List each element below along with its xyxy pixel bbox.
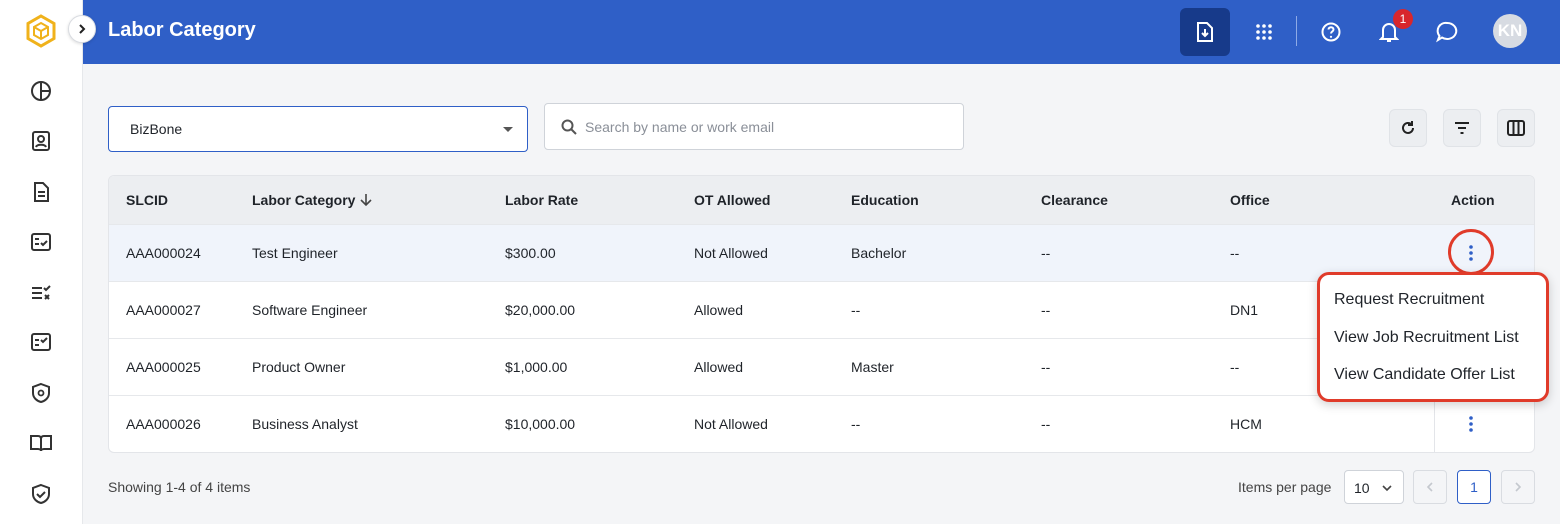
chat-icon	[1436, 21, 1458, 43]
column-header-labor-category[interactable]: Labor Category	[252, 192, 355, 208]
column-header-office[interactable]: Office	[1230, 192, 1270, 208]
items-per-page-value: 10	[1354, 480, 1370, 496]
showing-items-text: Showing 1-4 of 4 items	[108, 479, 251, 495]
prev-page-button[interactable]	[1413, 470, 1447, 504]
app-logo-icon	[24, 14, 58, 48]
cell-ot-allowed: Allowed	[694, 359, 744, 375]
page-1-button[interactable]: 1	[1457, 470, 1491, 504]
shield-check-icon[interactable]	[28, 481, 54, 507]
apps-grid-icon	[1256, 24, 1272, 40]
cell-labor-category: Software Engineer	[252, 302, 368, 318]
column-header-education[interactable]: Education	[851, 192, 919, 208]
cell-clearance: --	[1041, 416, 1051, 432]
company-select[interactable]: BizBone	[108, 106, 528, 152]
cell-ot-allowed: Allowed	[694, 302, 744, 318]
next-page-button[interactable]	[1501, 470, 1535, 504]
list-check-icon[interactable]	[28, 280, 54, 306]
filter-lines-icon	[1455, 122, 1469, 134]
cell-ot-allowed: Not Allowed	[694, 245, 768, 261]
company-select-value: BizBone	[130, 121, 183, 137]
checklist-icon[interactable]	[28, 229, 54, 255]
kebab-highlight-ring	[1448, 229, 1494, 275]
cell-clearance: --	[1041, 359, 1051, 375]
cell-clearance: --	[1041, 302, 1051, 318]
cell-slcid: AAA000024	[126, 245, 201, 261]
search-field[interactable]	[544, 103, 964, 150]
cell-education: --	[851, 416, 861, 432]
open-book-icon[interactable]	[28, 430, 54, 456]
page-title: Labor Category	[108, 19, 256, 41]
cell-education: Master	[851, 359, 894, 375]
top-bar: Labor Category 1 KN	[83, 0, 1560, 64]
cell-labor-category: Product Owner	[252, 359, 346, 375]
column-header-labor-rate[interactable]: Labor Rate	[505, 192, 578, 208]
column-header-ot-allowed[interactable]: OT Allowed	[694, 192, 770, 208]
cell-labor-rate: $1,000.00	[505, 359, 568, 375]
filter-button[interactable]	[1443, 109, 1481, 147]
refresh-icon	[1402, 121, 1414, 134]
document-icon[interactable]	[28, 179, 54, 205]
cell-slcid: AAA000025	[126, 359, 201, 375]
table-header: SLCID Labor Category Labor Rate OT Allow…	[109, 176, 1534, 224]
help-icon	[1321, 22, 1341, 42]
refresh-button[interactable]	[1389, 109, 1427, 147]
columns-button[interactable]	[1497, 109, 1535, 147]
kebab-menu-icon[interactable]	[1463, 414, 1479, 434]
cell-education: Bachelor	[851, 245, 907, 261]
cell-ot-allowed: Not Allowed	[694, 416, 768, 432]
contact-card-icon[interactable]	[28, 128, 54, 154]
column-header-clearance[interactable]: Clearance	[1041, 192, 1108, 208]
cell-education: --	[851, 302, 861, 318]
cell-labor-rate: $300.00	[505, 245, 556, 261]
help-button[interactable]	[1307, 8, 1355, 56]
pie-chart-icon[interactable]	[28, 78, 54, 104]
cell-office: HCM	[1230, 416, 1262, 432]
download-doc-button[interactable]	[1180, 8, 1230, 56]
menu-item-view-candidate-offer-list[interactable]: View Candidate Offer List	[1334, 366, 1515, 384]
column-header-action: Action	[1451, 192, 1495, 208]
chevron-right-icon	[79, 24, 86, 34]
action-dropdown-menu: Request Recruitment View Job Recruitment…	[1317, 272, 1549, 402]
cell-labor-rate: $20,000.00	[505, 302, 576, 318]
cell-slcid: AAA000027	[126, 302, 201, 318]
columns-icon	[1507, 120, 1525, 136]
search-icon	[561, 119, 577, 140]
table-row[interactable]: AAA000026 Business Analyst $10,000.00 No…	[109, 395, 1534, 452]
cell-slcid: AAA000026	[126, 416, 201, 432]
download-doc-icon	[1197, 22, 1213, 42]
menu-item-request-recruitment[interactable]: Request Recruitment	[1334, 291, 1484, 309]
chevron-down-icon	[1381, 481, 1393, 499]
cell-office: --	[1230, 359, 1240, 375]
cell-office: --	[1230, 245, 1240, 261]
items-per-page-select[interactable]: 10	[1344, 470, 1404, 504]
task-list-icon[interactable]	[28, 329, 54, 355]
cell-labor-rate: $10,000.00	[505, 416, 576, 432]
notification-badge: 1	[1393, 9, 1413, 29]
user-avatar[interactable]: KN	[1493, 14, 1527, 48]
cell-clearance: --	[1041, 245, 1051, 261]
sort-arrow-down-icon[interactable]	[359, 193, 373, 212]
items-per-page-label: Items per page	[1238, 479, 1332, 495]
chevron-left-icon	[1426, 482, 1433, 492]
menu-item-view-job-recruitment-list[interactable]: View Job Recruitment List	[1334, 329, 1519, 347]
sidebar-expand-button[interactable]	[68, 15, 96, 43]
topbar-divider	[1296, 16, 1297, 46]
chevron-right-icon	[1515, 482, 1522, 492]
apps-grid-button[interactable]	[1240, 8, 1288, 56]
chat-button[interactable]	[1423, 8, 1471, 56]
shield-at-icon[interactable]	[28, 380, 54, 406]
column-header-slcid[interactable]: SLCID	[126, 192, 168, 208]
cell-office: DN1	[1230, 302, 1259, 318]
search-input[interactable]	[585, 116, 945, 138]
cell-labor-category: Business Analyst	[252, 416, 358, 432]
cell-labor-category: Test Engineer	[252, 245, 338, 261]
table-row[interactable]: AAA000024 Test Engineer $300.00 Not Allo…	[109, 224, 1534, 281]
sidebar	[0, 0, 83, 524]
caret-down-icon	[503, 127, 513, 132]
